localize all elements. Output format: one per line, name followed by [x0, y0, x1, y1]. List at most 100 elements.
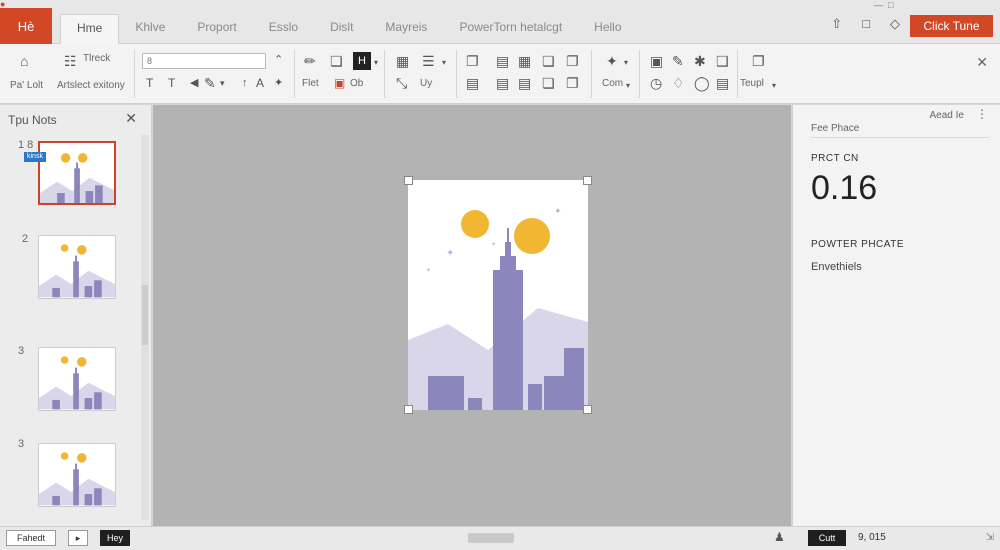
svg-text:✦: ✦	[426, 267, 431, 274]
section-heading: PRCT CN	[811, 153, 859, 164]
slide-canvas[interactable]: ✦ ✦ ✦ ✦	[153, 105, 791, 526]
shapes-icon[interactable]: ♢	[672, 76, 685, 90]
paste-icon[interactable]: ⌂	[20, 54, 28, 68]
resize-handle-bottom-left[interactable]	[404, 405, 413, 414]
tab-6[interactable]: Mayreis	[369, 14, 443, 44]
arrange-icon[interactable]: ▦	[396, 54, 409, 68]
user-icon[interactable]: ♟	[774, 530, 785, 544]
chevron-down-icon[interactable]: ▾	[220, 76, 225, 90]
thumbnail-city-image	[39, 244, 115, 298]
tab-8[interactable]: Hello	[578, 14, 637, 44]
add-button[interactable]: Aead Ie	[930, 110, 964, 121]
text-highlight-icon[interactable]: ↑	[242, 76, 248, 90]
current-slide[interactable]: ✦ ✦ ✦ ✦	[404, 176, 592, 414]
resize-handle-bottom-right[interactable]	[583, 405, 592, 414]
uy-label[interactable]: Uy	[420, 78, 432, 89]
slide-thumbnail-3[interactable]	[38, 347, 116, 411]
flet-label[interactable]: Flet	[302, 78, 319, 89]
tab-2[interactable]: Khlve	[119, 14, 181, 44]
comments-icon[interactable]: □	[862, 16, 870, 32]
slide-number: 1 8	[18, 139, 34, 151]
effects-icon[interactable]: ✱	[694, 54, 706, 68]
tell-me-icon[interactable]: ◇	[890, 16, 900, 32]
page-icon[interactable]: ❑	[716, 54, 729, 68]
resize-grip-icon[interactable]: ⇲	[986, 532, 994, 543]
play-button[interactable]: ▸	[68, 530, 88, 546]
status-button[interactable]: Fahedt	[6, 530, 56, 546]
check-label[interactable]: Tlreck	[83, 53, 110, 64]
group-icon[interactable]: ❏	[542, 76, 555, 90]
ungroup-icon[interactable]: ❐	[566, 76, 579, 90]
slide-thumbnail-2[interactable]	[38, 235, 116, 299]
horizontal-scrollbar[interactable]	[468, 533, 514, 543]
font-a-icon[interactable]: A	[256, 76, 264, 90]
clock-icon[interactable]: ◷	[650, 76, 662, 90]
teupl-label[interactable]: Teupl	[740, 78, 764, 89]
pen-icon[interactable]: ✎	[204, 76, 216, 90]
slide-thumbnail-1[interactable]	[38, 141, 116, 205]
pen-tool-icon[interactable]: ✎	[672, 54, 684, 68]
panel-divider	[811, 137, 989, 138]
slides-scrollbar[interactable]	[141, 135, 149, 520]
chevron-down-icon[interactable]: ▾	[772, 79, 776, 93]
font-size-input[interactable]: 8	[142, 53, 266, 69]
crop-icon[interactable]: ⤡	[396, 76, 407, 90]
magic-wand-icon[interactable]: ✦	[606, 54, 618, 68]
arrow-left-icon[interactable]: ◀	[190, 76, 198, 90]
table-icon[interactable]: ▦	[518, 54, 531, 68]
autoselect-icon[interactable]: ☷	[64, 54, 77, 68]
ribbon-close-icon[interactable]: ✕	[976, 54, 988, 71]
layers-icon[interactable]: ❐	[566, 54, 579, 68]
clipboard-icon[interactable]: ▤	[716, 76, 729, 90]
duplicate-icon[interactable]: ❏	[542, 54, 555, 68]
count-button[interactable]: Cutt	[808, 530, 846, 546]
template-icon[interactable]: ❐	[752, 54, 765, 68]
tab-3[interactable]: Proport	[181, 14, 252, 44]
picture-icon[interactable]: ▣	[650, 54, 663, 68]
grid-icon[interactable]: ▤	[496, 76, 509, 90]
list-icon[interactable]: ▤	[496, 54, 509, 68]
align-icon[interactable]: ☰	[422, 54, 435, 68]
brush-icon[interactable]: ✦	[274, 76, 283, 90]
tab-7[interactable]: PowerTorn hetalcgt	[443, 14, 578, 44]
tab-home[interactable]: Hme	[60, 14, 120, 44]
paste-label[interactable]: Pa' Lolt	[10, 80, 43, 91]
share-icon[interactable]: ⇧	[831, 16, 842, 32]
italic-icon[interactable]: T	[168, 76, 175, 90]
shape-copy-icon[interactable]: ❏	[330, 54, 343, 68]
notes-icon[interactable]: ▤	[466, 76, 479, 90]
resize-handle-top-right[interactable]	[583, 176, 592, 185]
slides-panel-title: Tpu Nots	[8, 113, 57, 127]
cta-button[interactable]: Click Tune	[910, 15, 993, 37]
scrollbar-thumb[interactable]	[142, 285, 148, 345]
chevron-up-icon[interactable]: ⌃	[274, 53, 283, 67]
app-dot-icon: ●	[0, 0, 6, 9]
edit-copy-icon[interactable]: ❐	[466, 54, 479, 68]
shape-fill-icon[interactable]: ▣	[334, 76, 345, 90]
font-t-icon[interactable]: T	[146, 76, 153, 90]
slide-number: 2	[22, 233, 29, 245]
columns-icon[interactable]: ▤	[518, 76, 531, 90]
resize-handle-top-left[interactable]	[404, 176, 413, 185]
window-controls[interactable]: — □	[874, 0, 900, 10]
app-menu-button[interactable]: Hè	[0, 8, 52, 44]
com-label[interactable]: Com	[602, 78, 623, 89]
chevron-down-icon[interactable]: ▾	[442, 56, 446, 70]
chevron-down-icon[interactable]: ▾	[624, 56, 628, 70]
view-button[interactable]: Hey	[100, 530, 130, 546]
highlight-icon[interactable]: H	[353, 52, 371, 70]
panel-subtitle: Fee Phace	[811, 123, 860, 134]
tab-4[interactable]: Esslo	[253, 14, 314, 44]
ribbon-tabs: Hme Khlve Proport Esslo Dislt Mayreis Po…	[60, 14, 638, 44]
close-icon[interactable]: ✕	[125, 110, 137, 127]
city-illustration[interactable]: ✦ ✦ ✦ ✦	[408, 180, 588, 410]
ob-label[interactable]: Ob	[350, 78, 363, 89]
chevron-down-icon[interactable]: ▾	[374, 56, 378, 70]
autoselect-label[interactable]: Artslect exitony	[57, 80, 125, 91]
eraser-icon[interactable]: ◯	[694, 76, 710, 90]
chevron-down-icon[interactable]: ▾	[626, 79, 630, 93]
slide-thumbnail-4[interactable]	[38, 443, 116, 507]
more-options-icon[interactable]: ⋮	[976, 107, 988, 121]
shape-pencil-icon[interactable]: ✏	[304, 54, 316, 68]
tab-5[interactable]: Dislt	[314, 14, 369, 44]
